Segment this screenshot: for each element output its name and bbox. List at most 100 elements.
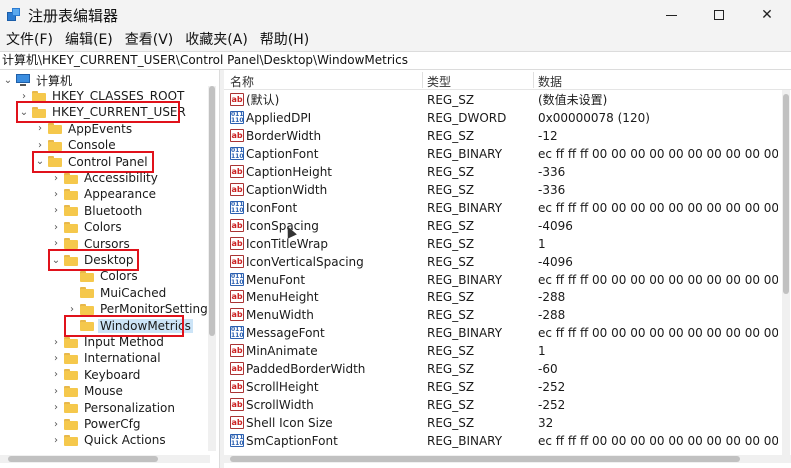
chevron-down-icon[interactable]: ⌄ xyxy=(34,154,46,170)
tree-item[interactable]: › Mouse xyxy=(50,383,125,399)
column-divider[interactable] xyxy=(422,72,423,88)
list-row[interactable]: ab IconTitleWrap REG_SZ 1 xyxy=(224,235,791,253)
tree-item[interactable]: › Input Method xyxy=(50,334,166,350)
value-type: REG_DWORD xyxy=(427,110,507,125)
column-header-name[interactable]: 名称 xyxy=(230,73,254,90)
value-name: CaptionHeight xyxy=(246,164,333,179)
tree-item[interactable]: ⌄ Desktop xyxy=(50,252,136,268)
list-row[interactable]: ab CaptionWidth REG_SZ -336 xyxy=(224,181,791,199)
chevron-right-icon[interactable]: › xyxy=(66,301,78,317)
tree-item[interactable]: WindowMetrics xyxy=(66,318,193,334)
tree-item[interactable]: › Keyboard xyxy=(50,367,142,383)
list-row[interactable]: ab BorderWidth REG_SZ -12 xyxy=(224,127,791,145)
chevron-right-icon[interactable]: › xyxy=(50,219,62,235)
column-header-data[interactable]: 数据 xyxy=(538,73,562,90)
chevron-right-icon[interactable]: › xyxy=(50,334,62,350)
minimize-button[interactable] xyxy=(647,0,695,30)
list-row[interactable]: 011 110 IconFont REG_BINARY ec ff ff ff 00 0… xyxy=(224,199,791,217)
chevron-right-icon[interactable]: › xyxy=(50,350,62,366)
chevron-right-icon[interactable]: › xyxy=(50,203,62,219)
chevron-right-icon[interactable]: › xyxy=(34,137,46,153)
list-vertical-scrollbar[interactable] xyxy=(782,90,790,455)
list-row[interactable]: ab Shell Icon Size REG_SZ 32 xyxy=(224,414,791,432)
list-row[interactable]: ab PaddedBorderWidth REG_SZ -60 xyxy=(224,360,791,378)
tree-item-label: Colors xyxy=(84,220,122,235)
menu-view[interactable]: 查看(V) xyxy=(119,30,180,51)
list-row[interactable]: 011 110 SmCaptionFont REG_BINARY ec ff ff ff… xyxy=(224,432,791,450)
menu-favorites[interactable]: 收藏夹(A) xyxy=(179,30,254,51)
tree-vertical-scrollbar[interactable] xyxy=(208,86,216,451)
close-button[interactable]: ✕ xyxy=(743,0,791,30)
list-row[interactable]: 011 110 MenuFont REG_BINARY ec ff ff ff 00 0… xyxy=(224,271,791,289)
tree-root-computer[interactable]: ⌄ 计算机 xyxy=(2,72,74,88)
folder-icon xyxy=(64,385,78,397)
chevron-down-icon[interactable]: ⌄ xyxy=(2,72,14,88)
chevron-right-icon[interactable]: › xyxy=(50,383,62,399)
list-row[interactable]: ab MinAnimate REG_SZ 1 xyxy=(224,342,791,360)
tree-item[interactable]: Colors xyxy=(66,268,140,284)
chevron-down-icon[interactable]: ⌄ xyxy=(18,104,30,120)
list-row[interactable]: 011 110 AppliedDPI REG_DWORD 0x00000078 (120… xyxy=(224,109,791,127)
column-header-type[interactable]: 类型 xyxy=(427,73,451,90)
list-row[interactable]: ab MenuWidth REG_SZ -288 xyxy=(224,306,791,324)
tree-item[interactable]: › AppEvents xyxy=(34,121,134,137)
tree-item[interactable]: › Console xyxy=(34,137,118,153)
tree-item[interactable]: › Accessibility xyxy=(50,170,160,186)
list-row[interactable]: 011 110 CaptionFont REG_BINARY ec ff ff ff 0… xyxy=(224,145,791,163)
menu-bar: 文件(F) 编辑(E) 查看(V) 收藏夹(A) 帮助(H) xyxy=(0,30,791,51)
list-row[interactable]: ab ScrollWidth REG_SZ -252 xyxy=(224,396,791,414)
tree-item[interactable]: › Quick Actions xyxy=(50,432,168,448)
chevron-right-icon[interactable]: › xyxy=(50,416,62,432)
tree-item[interactable]: › PowerCfg xyxy=(50,416,143,432)
chevron-right-icon[interactable]: › xyxy=(50,367,62,383)
list-row[interactable]: ab ScrollHeight REG_SZ -252 xyxy=(224,378,791,396)
tree-item[interactable]: › HKEY_CLASSES_ROOT xyxy=(18,88,186,104)
list-row[interactable]: 011 110 MessageFont REG_BINARY ec ff ff ff 0… xyxy=(224,324,791,342)
tree-item[interactable]: ⌄ Control Panel xyxy=(34,154,150,170)
scrollbar-thumb[interactable] xyxy=(783,94,789,294)
string-value-icon: ab xyxy=(230,362,244,376)
menu-file[interactable]: 文件(F) xyxy=(0,30,59,51)
column-divider[interactable] xyxy=(533,72,534,88)
chevron-right-icon[interactable]: › xyxy=(18,88,30,104)
tree-item-label: Desktop xyxy=(84,253,134,267)
tree-horizontal-scrollbar[interactable] xyxy=(0,455,210,463)
tree-item[interactable]: › Cursors xyxy=(50,236,132,252)
binary-value-icon: 011 110 xyxy=(230,110,244,124)
menu-edit[interactable]: 编辑(E) xyxy=(59,30,119,51)
scrollbar-thumb[interactable] xyxy=(8,456,158,462)
scrollbar-thumb[interactable] xyxy=(209,86,215,336)
folder-icon xyxy=(64,254,78,266)
list-row[interactable]: ab IconVerticalSpacing REG_SZ -4096 xyxy=(224,253,791,271)
address-bar[interactable]: 计算机\HKEY_CURRENT_USER\Control Panel\Desk… xyxy=(0,51,791,70)
chevron-right-icon[interactable]: › xyxy=(50,170,62,186)
string-value-icon: ab xyxy=(230,164,244,178)
chevron-right-icon[interactable]: › xyxy=(34,121,46,137)
list-row[interactable]: ab MenuHeight REG_SZ -288 xyxy=(224,288,791,306)
chevron-right-icon[interactable]: › xyxy=(50,432,62,448)
tree-item[interactable]: ⌄ HKEY_CURRENT_USER xyxy=(18,104,188,120)
tree-item[interactable]: › Personalization xyxy=(50,400,177,416)
tree-item-label: PerMonitorSettings xyxy=(100,302,214,317)
chevron-right-icon[interactable]: › xyxy=(50,400,62,416)
value-data: -12 xyxy=(538,128,558,143)
maximize-button[interactable] xyxy=(695,0,743,30)
scrollbar-thumb[interactable] xyxy=(230,456,740,462)
menu-help[interactable]: 帮助(H) xyxy=(254,30,315,51)
tree-item[interactable]: › Colors xyxy=(50,219,124,235)
tree-item[interactable]: › Bluetooth xyxy=(50,203,144,219)
value-data: ec ff ff ff 00 00 00 00 00 00 00 00 00 0… xyxy=(538,434,778,449)
tree-item[interactable]: MuiCached xyxy=(66,285,168,301)
list-row[interactable]: ab CaptionHeight REG_SZ -336 xyxy=(224,163,791,181)
tree-item[interactable]: › Appearance xyxy=(50,186,158,202)
list-horizontal-scrollbar[interactable] xyxy=(224,455,791,463)
chevron-down-icon[interactable]: ⌄ xyxy=(50,252,62,268)
list-row[interactable]: ab (默认) REG_SZ (数值未设置) xyxy=(224,91,791,109)
tree-item-label: PowerCfg xyxy=(84,417,141,431)
chevron-right-icon[interactable]: › xyxy=(50,236,62,252)
chevron-right-icon[interactable]: › xyxy=(50,186,62,202)
list-header: 名称 类型 数据 xyxy=(224,70,791,90)
tree-item[interactable]: › International xyxy=(50,350,163,366)
list-row[interactable]: ab IconSpacing REG_SZ -4096 xyxy=(224,217,791,235)
tree-item[interactable]: › PerMonitorSettings xyxy=(66,301,216,317)
